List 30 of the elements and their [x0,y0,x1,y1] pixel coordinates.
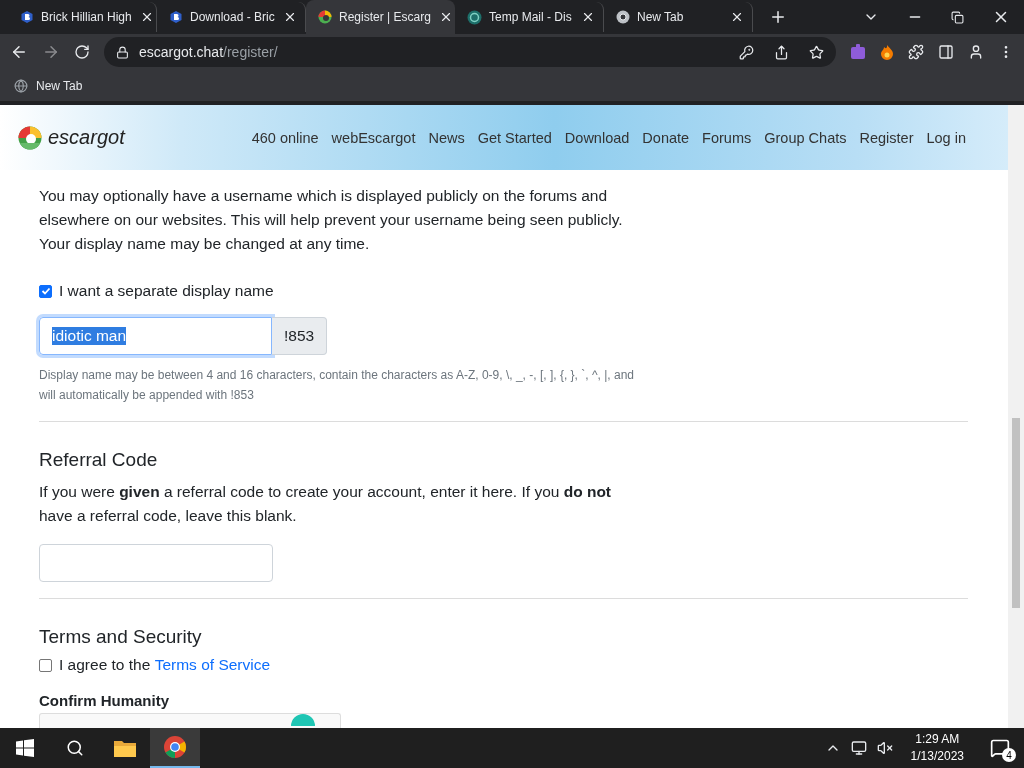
checkbox-label: I want a separate display name [59,282,274,300]
clock[interactable]: 1:29 AM 1/13/2023 [910,731,964,765]
nav-link[interactable]: webEscargot [331,129,416,146]
checkbox-label: I agree to the [59,656,152,674]
section-heading: Terms and Security [39,626,203,648]
name-suffix: !853 [272,317,328,355]
nav-link[interactable]: Log in [926,129,966,146]
nav-link[interactable]: Download [564,129,630,146]
display-name-field[interactable]: idiotic man [39,317,272,355]
display-description: You may optionally have a username which is displayed publicly on the forums and elsewhere on our websites. This will help prevent your username being seen publicly. Your display name may be changed at any time. [39,186,624,254]
nav-link[interactable]: News [428,129,465,146]
browser-tab[interactable]: Temp Mail - Dis [455,2,604,32]
nav-link[interactable]: Get Started [477,129,552,146]
browser-tab[interactable]: New Tab [604,2,753,32]
referral-description: If you were given a referral code to create your account, enter it here. If you do not have a referral code, leave this blank. [39,482,613,526]
section-heading: Referral Code [39,449,159,471]
notification-count: 4 [1002,748,1016,762]
section-heading: Confirm Humanity [39,692,170,709]
address-bar[interactable]: escargot.chat/register/ [104,37,836,67]
nav-link[interactable]: 460 online [251,129,319,146]
nav-link[interactable]: Group Chats [764,129,847,146]
nav-link[interactable]: Forums [702,129,752,146]
browser-tab[interactable]: Brick Hillian High [8,2,157,32]
browser-tab[interactable]: Register | Escarg [306,0,455,34]
terms-link[interactable]: Terms of Service [154,656,271,674]
site-logo[interactable]: escargot [48,126,125,149]
help-text: Display name may be between 4 and 16 characters, contain the characters as A-Z, 0-9, \, _, -, [, ], {, }, `, ^, |, and will automatically be appended with !853 [39,367,636,404]
bookmark[interactable]: New Tab [14,78,83,93]
nav-link[interactable]: Donate [642,129,690,146]
nav-link[interactable]: Register [859,129,914,146]
